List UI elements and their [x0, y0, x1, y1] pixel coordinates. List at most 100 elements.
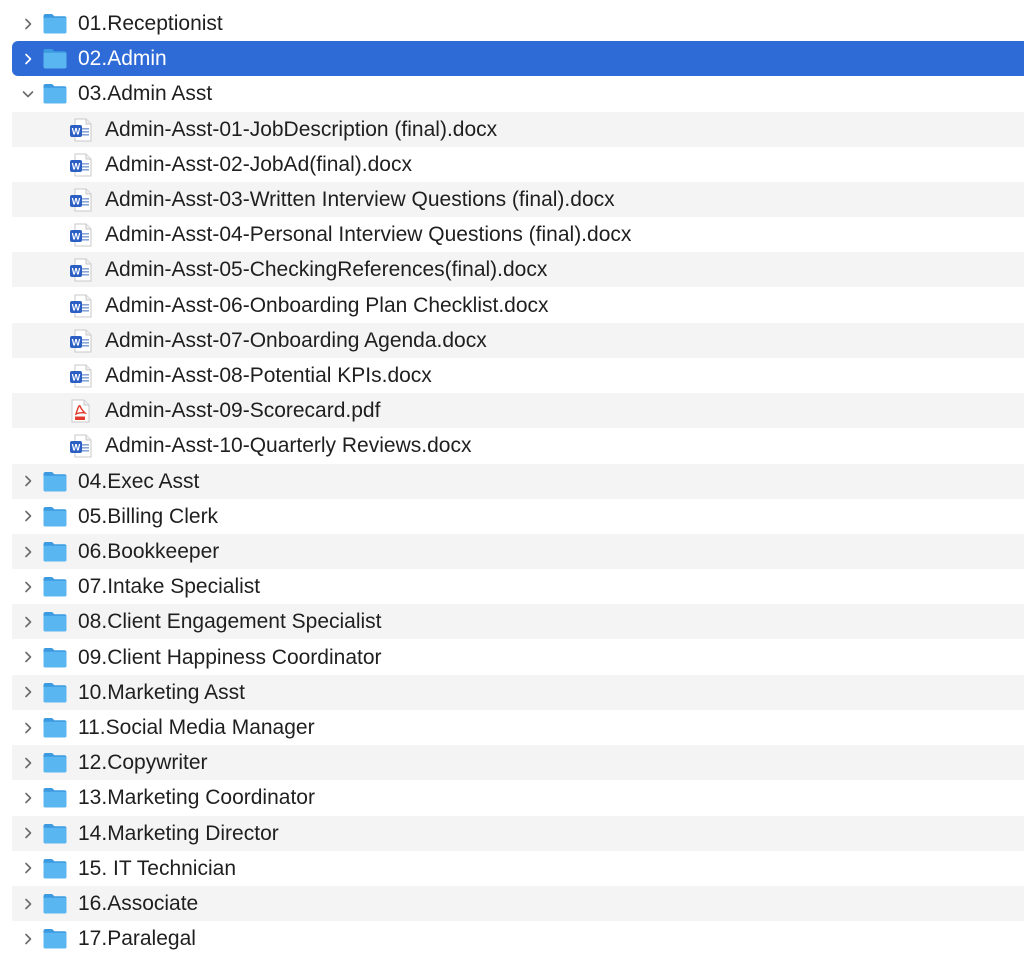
chevron-right-icon[interactable]	[20, 499, 36, 534]
folder-name: 10.Marketing Asst	[78, 680, 245, 704]
folder-name: 04.Exec Asst	[78, 469, 200, 493]
file-name: Admin-Asst-05-CheckingReferences(final).…	[105, 258, 548, 282]
folder-icon	[42, 893, 68, 914]
file-list: 01.Receptionist 02.Admin 03.Admin Asst W…	[0, 0, 1024, 960]
svg-text:W: W	[72, 161, 81, 171]
file-row[interactable]: W Admin-Asst-10-Quarterly Reviews.docx	[12, 428, 1024, 463]
chevron-right-icon[interactable]	[20, 569, 36, 604]
folder-name: 13.Marketing Coordinator	[78, 786, 315, 810]
file-row[interactable]: W Admin-Asst-03-Written Interview Questi…	[12, 182, 1024, 217]
folder-row[interactable]: 16.Associate	[12, 886, 1024, 921]
chevron-down-icon[interactable]	[20, 76, 36, 111]
folder-name: 14.Marketing Director	[78, 821, 279, 845]
chevron-right-icon[interactable]	[20, 921, 36, 956]
svg-text:W: W	[72, 373, 81, 383]
folder-name: 11.Social Media Manager	[78, 716, 315, 739]
folder-name: 08.Client Engagement Specialist	[78, 610, 382, 634]
chevron-right-icon[interactable]	[20, 745, 36, 780]
word-doc-icon: W	[67, 117, 93, 143]
chevron-right-icon[interactable]	[20, 41, 36, 76]
file-name: Admin-Asst-06-Onboarding Plan Checklist.…	[105, 293, 549, 317]
folder-row[interactable]: 13.Marketing Coordinator	[12, 780, 1024, 815]
folder-name: 15. IT Technician	[78, 856, 236, 880]
folder-row[interactable]: 15. IT Technician	[12, 851, 1024, 886]
file-row[interactable]: Admin-Asst-09-Scorecard.pdf	[12, 393, 1024, 429]
svg-text:W: W	[72, 197, 81, 207]
svg-text:W: W	[72, 443, 81, 453]
chevron-right-icon[interactable]	[20, 464, 36, 499]
folder-icon	[42, 647, 68, 668]
folder-icon	[42, 13, 68, 34]
folder-row[interactable]: 02.Admin	[12, 41, 1024, 77]
folder-row[interactable]: 10.Marketing Asst	[12, 674, 1024, 710]
folder-row[interactable]: 03.Admin Asst	[12, 76, 1024, 111]
folder-name: 01.Receptionist	[78, 12, 223, 35]
file-row[interactable]: W Admin-Asst-06-Onboarding Plan Checklis…	[12, 288, 1024, 323]
folder-row[interactable]: 05.Billing Clerk	[12, 499, 1024, 534]
chevron-right-icon[interactable]	[20, 640, 36, 675]
folder-name: 07.Intake Specialist	[78, 575, 261, 599]
file-name: Admin-Asst-01-JobDescription (final).doc…	[105, 117, 498, 141]
svg-text:W: W	[72, 126, 81, 136]
word-doc-icon: W	[67, 293, 93, 319]
chevron-right-icon[interactable]	[20, 675, 36, 710]
chevron-right-icon[interactable]	[20, 534, 36, 569]
file-row[interactable]: W Admin-Asst-07-Onboarding Agenda.docx	[12, 322, 1024, 358]
chevron-right-icon[interactable]	[20, 816, 36, 851]
pdf-icon	[67, 398, 93, 424]
file-name: Admin-Asst-07-Onboarding Agenda.docx	[105, 328, 487, 352]
file-row[interactable]: W Admin-Asst-04-Personal Interview Quest…	[12, 217, 1024, 252]
folder-name: 12.Copywriter	[78, 751, 208, 775]
chevron-right-icon[interactable]	[20, 604, 36, 639]
folder-name: 02.Admin	[78, 47, 167, 71]
folder-row[interactable]: 09.Client Happiness Coordinator	[12, 640, 1024, 675]
file-name: Admin-Asst-02-JobAd(final).docx	[105, 152, 412, 176]
folder-icon	[42, 752, 68, 773]
word-doc-icon: W	[67, 433, 93, 459]
chevron-right-icon[interactable]	[20, 851, 36, 886]
folder-name: 09.Client Happiness Coordinator	[78, 645, 382, 669]
svg-text:W: W	[72, 232, 81, 242]
folder-name: 06.Bookkeeper	[78, 540, 220, 563]
file-name: Admin-Asst-04-Personal Interview Questio…	[105, 223, 632, 247]
folder-row[interactable]: 06.Bookkeeper	[12, 534, 1024, 569]
folder-row[interactable]: 07.Intake Specialist	[12, 569, 1024, 604]
chevron-right-icon[interactable]	[20, 710, 36, 745]
folder-name: 16.Associate	[78, 892, 199, 915]
file-name: Admin-Asst-10-Quarterly Reviews.docx	[105, 434, 472, 458]
file-name: Admin-Asst-09-Scorecard.pdf	[105, 399, 381, 423]
folder-row[interactable]: 14.Marketing Director	[12, 815, 1024, 851]
word-doc-icon: W	[67, 257, 93, 283]
word-doc-icon: W	[67, 328, 93, 354]
svg-text:W: W	[72, 337, 81, 347]
folder-row[interactable]: 08.Client Engagement Specialist	[12, 604, 1024, 640]
folder-row[interactable]: 01.Receptionist	[12, 6, 1024, 41]
folder-icon	[42, 506, 68, 527]
file-row[interactable]: W Admin-Asst-02-JobAd(final).docx	[12, 147, 1024, 182]
file-row[interactable]: W Admin-Asst-01-JobDescription (final).d…	[12, 111, 1024, 147]
folder-row[interactable]: 11.Social Media Manager	[12, 710, 1024, 745]
file-name: Admin-Asst-03-Written Interview Question…	[105, 188, 615, 211]
folder-icon	[42, 858, 68, 879]
folder-icon	[42, 682, 68, 703]
folder-row[interactable]: 12.Copywriter	[12, 745, 1024, 781]
folder-name: 05.Billing Clerk	[78, 504, 219, 528]
file-row[interactable]: W Admin-Asst-05-CheckingReferences(final…	[12, 252, 1024, 288]
chevron-right-icon[interactable]	[20, 780, 36, 815]
file-name: Admin-Asst-08-Potential KPIs.docx	[105, 364, 432, 387]
file-row[interactable]: W Admin-Asst-08-Potential KPIs.docx	[12, 358, 1024, 393]
word-doc-icon: W	[67, 363, 93, 389]
folder-row[interactable]: 04.Exec Asst	[12, 463, 1024, 499]
folder-icon	[42, 576, 68, 597]
folder-name: 17.Paralegal	[78, 927, 196, 951]
svg-text:W: W	[72, 267, 81, 277]
folder-icon	[42, 48, 68, 69]
folder-icon	[42, 611, 68, 632]
folder-name: 03.Admin Asst	[78, 82, 213, 106]
folder-icon	[42, 823, 68, 844]
word-doc-icon: W	[67, 187, 93, 213]
chevron-right-icon[interactable]	[20, 6, 36, 41]
word-doc-icon: W	[67, 222, 93, 248]
folder-row[interactable]: 17.Paralegal	[12, 921, 1024, 956]
chevron-right-icon[interactable]	[20, 886, 36, 921]
